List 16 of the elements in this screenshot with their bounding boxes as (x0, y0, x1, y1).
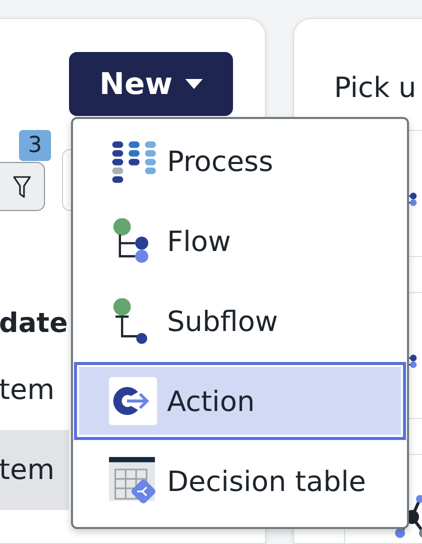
filter-count-badge: 3 (19, 130, 51, 161)
column-header: date (0, 308, 69, 341)
menu-item[interactable]: Process (73, 121, 407, 201)
filter-button[interactable] (0, 162, 45, 211)
new-button[interactable]: New (69, 52, 233, 116)
menu-item[interactable]: Decision table (73, 441, 407, 521)
panel-title: Pick u (333, 70, 418, 104)
action-icon (109, 377, 157, 425)
caret-icon (184, 79, 203, 89)
decision-table-icon (109, 457, 157, 505)
table-row[interactable]: tem (0, 350, 69, 430)
menu-item[interactable]: Flow (73, 201, 407, 281)
menu-item[interactable]: Action (73, 361, 407, 441)
menu-item[interactable]: Subflow (73, 281, 407, 361)
table-row[interactable]: tem (0, 430, 69, 510)
filter-icon (12, 174, 32, 200)
